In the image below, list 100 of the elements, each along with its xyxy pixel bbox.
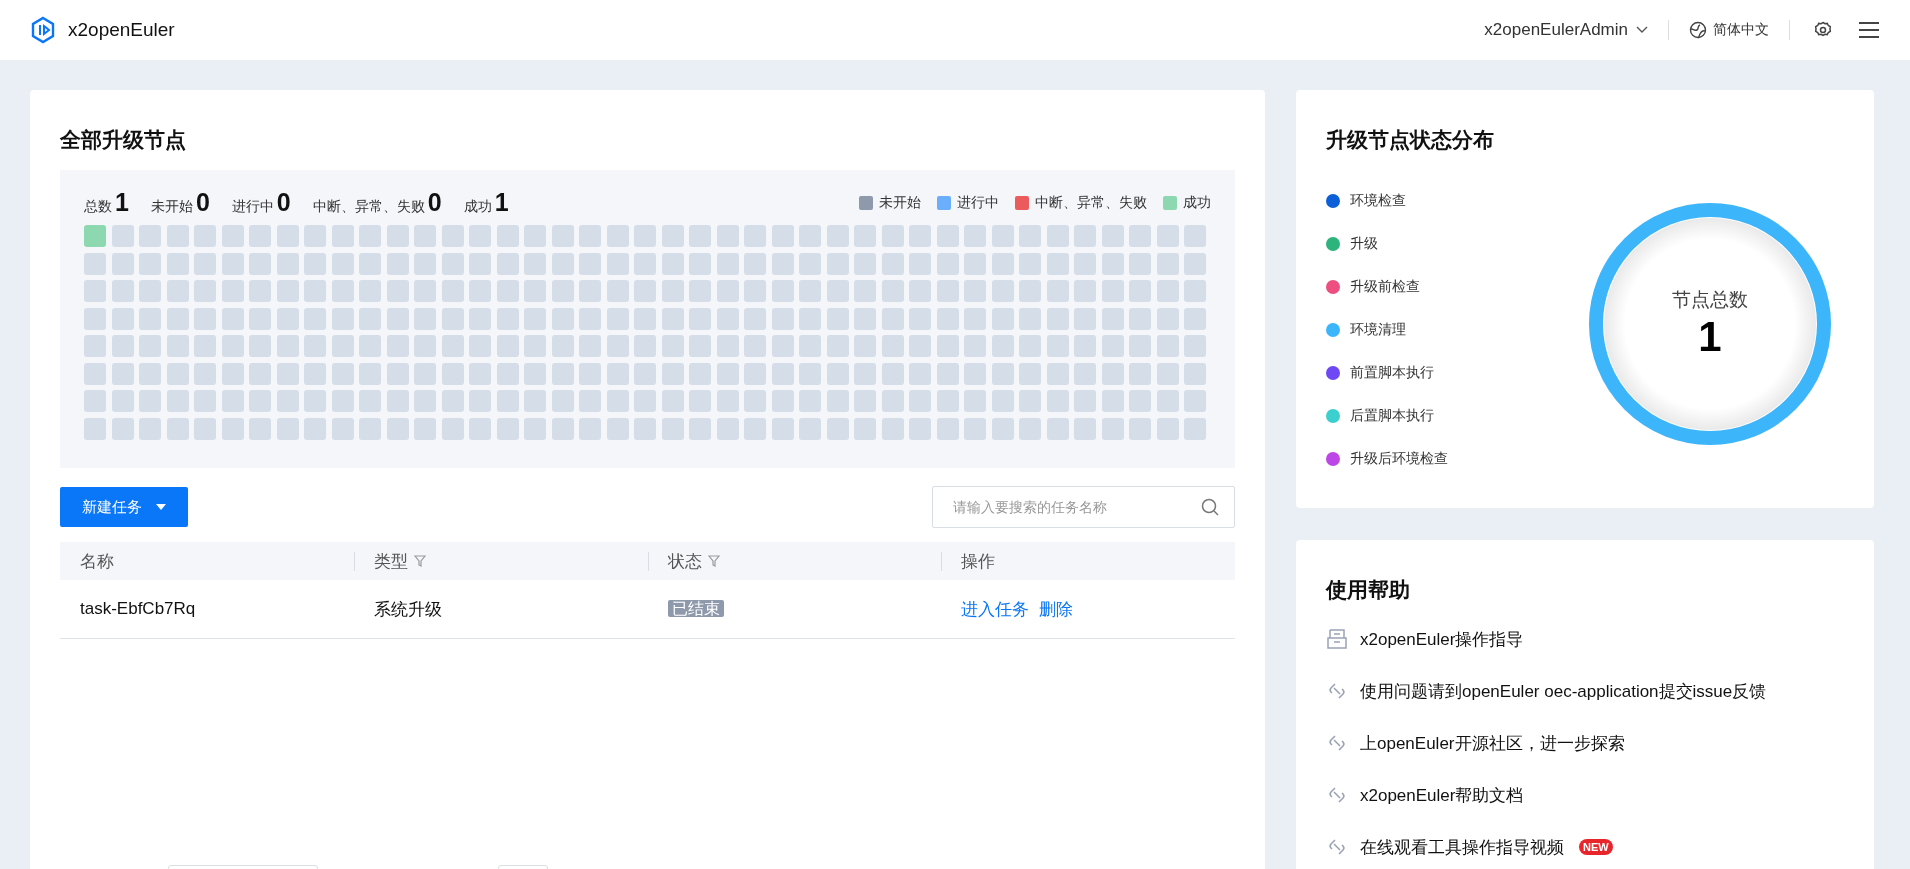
empty-node-slot [634, 390, 656, 412]
empty-node-slot [111, 225, 134, 247]
help-link[interactable]: 使用问题请到openEuler oec-application提交issue反馈 [1360, 679, 1767, 703]
legend-label: 前置脚本执行 [1350, 364, 1434, 382]
empty-node-slot [964, 362, 986, 385]
empty-node-slot [744, 417, 766, 440]
empty-node-slot [964, 335, 986, 357]
new-task-button[interactable]: 新建任务 [60, 487, 188, 527]
empty-node-slot [496, 417, 519, 440]
empty-node-slot [359, 225, 381, 247]
empty-node-slot [496, 307, 519, 330]
menu-icon[interactable] [1858, 21, 1880, 39]
search-icon[interactable] [1201, 498, 1219, 516]
empty-node-slot [414, 362, 436, 385]
filter-icon[interactable] [413, 555, 426, 567]
globe-icon[interactable] [1689, 21, 1707, 39]
help-link[interactable]: x2openEuler帮助文档 [1360, 783, 1524, 807]
empty-node-slot [634, 225, 656, 247]
action-link[interactable]: 删除 [1039, 597, 1074, 621]
help-link[interactable]: 上openEuler开源社区，进一步探索 [1360, 731, 1625, 755]
empty-node-slot [166, 225, 189, 247]
empty-node-slot [139, 390, 161, 412]
empty-node-slot [524, 390, 546, 412]
stat-value: 0 [276, 188, 291, 217]
donut-label: 节点总数 [1672, 288, 1748, 312]
empty-node-slot [194, 417, 216, 440]
column-header: 名称 [80, 550, 114, 573]
empty-node-slot [249, 390, 271, 412]
empty-node-slot [524, 335, 546, 357]
stat-label: 成功 [463, 198, 492, 216]
empty-node-slot [744, 252, 766, 275]
empty-node-slot [826, 307, 849, 330]
empty-node-slot [111, 335, 134, 357]
empty-node-slot [606, 280, 629, 302]
empty-node-slot [496, 362, 519, 385]
empty-node-slot [414, 252, 436, 275]
empty-node-slot [689, 417, 711, 440]
empty-node-slot [166, 362, 189, 385]
empty-node-slot [551, 252, 574, 275]
empty-node-slot [194, 307, 216, 330]
empty-node-slot [551, 417, 574, 440]
empty-node-slot [276, 307, 299, 330]
filter-icon[interactable] [707, 555, 720, 567]
empty-node-slot [634, 335, 656, 357]
empty-node-slot [469, 252, 491, 275]
empty-node-slot [1184, 280, 1206, 302]
empty-node-slot [909, 335, 931, 357]
empty-node-slot [799, 417, 821, 440]
empty-node-slot [744, 362, 766, 385]
empty-node-slot [634, 307, 656, 330]
empty-node-slot [991, 280, 1014, 302]
empty-node-slot [331, 307, 354, 330]
user-menu[interactable]: x2openEulerAdmin [1484, 20, 1648, 40]
empty-node-slot [606, 225, 629, 247]
empty-node-slot [881, 252, 904, 275]
empty-node-slot [661, 225, 684, 247]
empty-node-slot [331, 390, 354, 412]
empty-node-slot [771, 390, 794, 412]
legend-label: 环境检查 [1350, 192, 1406, 210]
empty-node-slot [689, 335, 711, 357]
empty-node-slot [304, 252, 326, 275]
settings-icon[interactable] [1814, 21, 1832, 39]
empty-node-slot [469, 335, 491, 357]
empty-node-slot [881, 417, 904, 440]
empty-node-slot [771, 362, 794, 385]
empty-node-slot [304, 417, 326, 440]
empty-node-slot [771, 335, 794, 357]
column-header: 操作 [961, 550, 996, 573]
empty-node-slot [194, 390, 216, 412]
help-link[interactable]: 在线观看工具操作指导视频 [1360, 835, 1564, 859]
empty-node-slot [249, 417, 271, 440]
empty-node-slot [359, 362, 381, 385]
caret-icon[interactable] [156, 504, 166, 510]
empty-node-slot [1046, 362, 1069, 385]
legend-label: 后置脚本执行 [1350, 407, 1434, 425]
empty-node-slot [386, 335, 409, 357]
empty-node-slot [111, 417, 134, 440]
search-field[interactable]: 请输入要搜索的任务名称 [932, 486, 1235, 528]
action-link[interactable]: 进入任务 [961, 597, 1030, 621]
empty-node-slot [579, 390, 601, 412]
help-link[interactable]: x2openEuler操作指导 [1360, 627, 1524, 651]
empty-node-slot [139, 362, 161, 385]
empty-node-slot [991, 390, 1014, 412]
node-cell[interactable] [84, 225, 106, 247]
empty-node-slot [964, 390, 986, 412]
empty-node-slot [854, 335, 876, 357]
empty-node-slot [661, 335, 684, 357]
empty-node-slot [991, 335, 1014, 357]
empty-node-slot [386, 252, 409, 275]
empty-node-slot [194, 335, 216, 357]
empty-node-slot [634, 417, 656, 440]
chevron-down-icon[interactable] [1636, 26, 1648, 34]
empty-node-slot [496, 335, 519, 357]
empty-node-slot [551, 362, 574, 385]
empty-node-slot [1074, 417, 1096, 440]
empty-node-slot [1129, 390, 1151, 412]
empty-node-slot [964, 417, 986, 440]
language-selector[interactable]: 简体中文 [1713, 21, 1769, 39]
empty-node-slot [524, 307, 546, 330]
empty-node-slot [936, 362, 959, 385]
